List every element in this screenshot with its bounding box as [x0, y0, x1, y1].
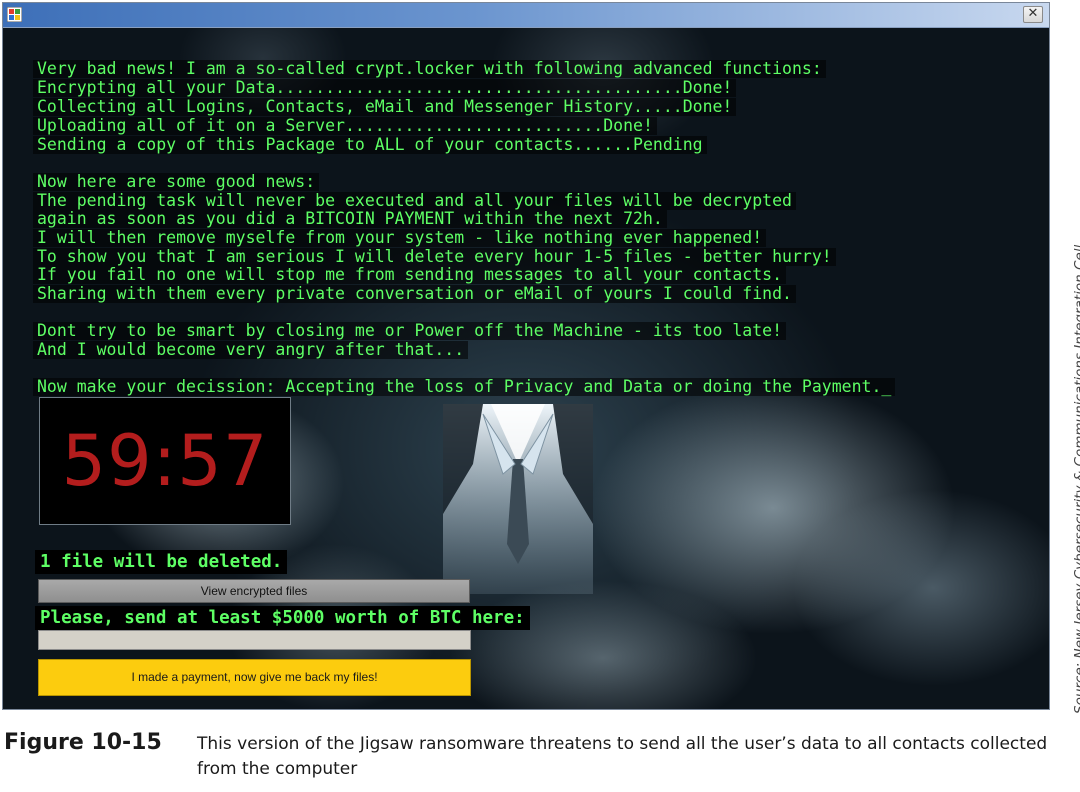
ransom-message: Very bad news! I am a so-called crypt.lo… — [33, 60, 1043, 404]
caption-text: This version of the Jigsaw ransomware th… — [197, 734, 1048, 779]
payment-made-button[interactable]: I made a payment, now give me back my fi… — [38, 659, 471, 696]
view-encrypted-files-button[interactable]: View encrypted files — [38, 579, 470, 603]
message-line: To show you that I am serious I will del… — [33, 248, 836, 266]
message-line: And I would become very angry after that… — [33, 341, 469, 359]
countdown-timer: 59:57 — [39, 397, 291, 525]
message-line: Uploading all of it on a Server.........… — [33, 117, 657, 135]
file-deletion-notice: 1 file will be deleted. — [35, 550, 288, 574]
source-credit: Source: New Jersey Cybersecurity & Commu… — [1072, 244, 1080, 714]
message-line: Sharing with them every private conversa… — [33, 285, 796, 303]
message-line: The pending task will never be executed … — [33, 192, 796, 210]
btc-address-field[interactable] — [38, 630, 471, 650]
message-line: Now make your decission: Accepting the l… — [33, 378, 896, 396]
message-line: again as soon as you did a BITCOIN PAYME… — [33, 210, 667, 228]
message-line: Encrypting all your Data................… — [33, 79, 737, 97]
countdown-value: 59:57 — [61, 420, 269, 502]
message-line: Dont try to be smart by closing me or Po… — [33, 322, 787, 340]
ransom-screen: Very bad news! I am a so-called crypt.lo… — [3, 28, 1049, 709]
message-line: If you fail no one will stop me from sen… — [33, 266, 787, 284]
message-line: Sending a copy of this Package to ALL of… — [33, 136, 707, 154]
message-line: Collecting all Logins, Contacts, eMail a… — [33, 98, 737, 116]
title-bar[interactable]: ✕ — [3, 3, 1049, 28]
ransomware-window: ✕ Very bad news! I am a so-called crypt.… — [2, 2, 1050, 710]
message-line: Now here are some good news: — [33, 173, 320, 191]
figure-caption: Figure 10-15 This version of the Jigsaw … — [4, 730, 1074, 790]
message-line: Very bad news! I am a so-called crypt.lo… — [33, 60, 826, 78]
figure-number: Figure 10-15 — [4, 730, 162, 755]
app-icon — [7, 7, 22, 22]
btc-payment-label: Please, send at least $5000 worth of BTC… — [35, 606, 530, 630]
message-line: I will then remove myselfe from your sys… — [33, 229, 767, 247]
close-button[interactable]: ✕ — [1023, 6, 1043, 23]
close-icon: ✕ — [1027, 6, 1039, 21]
jigsaw-figure-image — [443, 404, 593, 594]
